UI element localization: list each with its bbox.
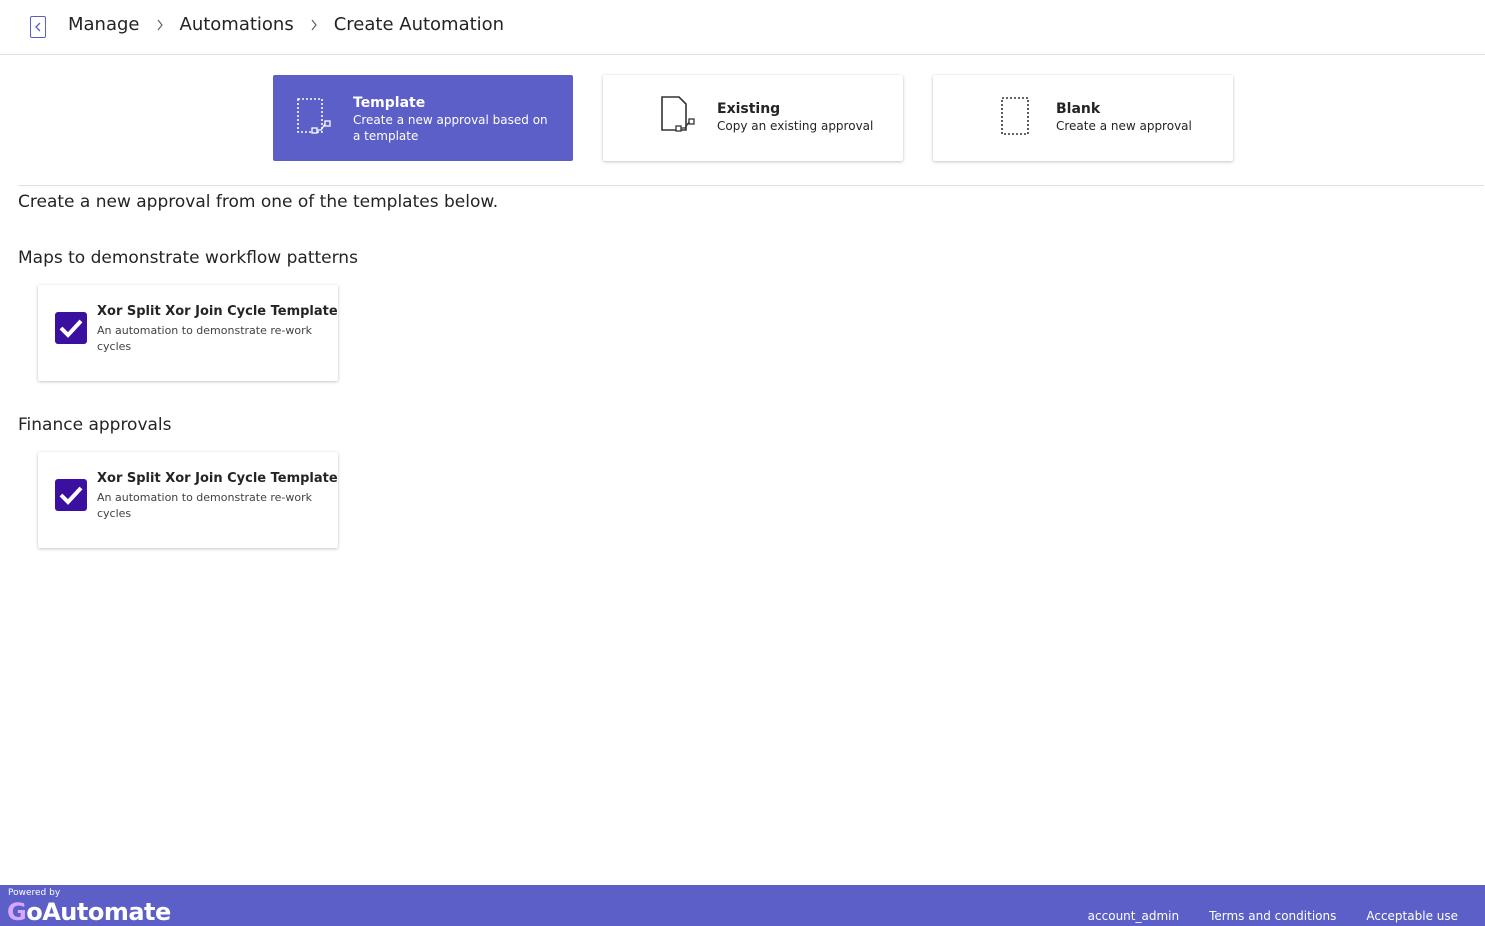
- option-existing-description: Copy an existing approval: [717, 119, 874, 133]
- footer-link-acceptable-use[interactable]: Acceptable use: [1366, 909, 1458, 923]
- template-card-title: Xor Split Xor Join Cycle Template: [97, 471, 338, 486]
- footer-links: account_admin Terms and conditions Accep…: [1088, 909, 1458, 923]
- creation-options: Template Create a new approval based on …: [273, 75, 1233, 161]
- powered-by-text: Powered by: [8, 888, 61, 898]
- chevron-right-icon: [294, 19, 334, 31]
- breadcrumb-automations[interactable]: Automations: [180, 14, 294, 35]
- intro-text: Create a new approval from one of the te…: [18, 192, 499, 212]
- option-existing[interactable]: Existing Copy an existing approval: [603, 75, 903, 161]
- back-button[interactable]: [30, 16, 46, 38]
- option-existing-title: Existing: [717, 101, 781, 117]
- option-template-title: Template: [353, 95, 426, 111]
- group-title-finance-approvals: Finance approvals: [18, 415, 172, 435]
- checkbox-icon: [55, 312, 87, 344]
- template-card-description: An automation to demonstrate re-work cyc…: [97, 491, 312, 520]
- template-icon: [297, 98, 331, 134]
- section-divider: [18, 185, 1484, 186]
- template-card[interactable]: Xor Split Xor Join Cycle Template An aut…: [38, 285, 338, 381]
- option-blank-title: Blank: [1056, 101, 1101, 117]
- breadcrumb-create-automation: Create Automation: [333, 14, 505, 35]
- footer-link-account-admin[interactable]: account_admin: [1088, 909, 1179, 923]
- option-blank-description: Create a new approval: [1056, 119, 1192, 133]
- chevron-right-icon: [140, 19, 180, 31]
- breadcrumb-manage[interactable]: Manage: [68, 14, 140, 35]
- copy-document-icon: [661, 96, 695, 132]
- goautomate-logo: GoAutomate: [7, 898, 171, 926]
- template-card-description: An automation to demonstrate re-work cyc…: [97, 324, 312, 353]
- blank-document-icon: [1001, 97, 1029, 135]
- group-title-workflow-patterns: Maps to demonstrate workflow patterns: [18, 248, 358, 268]
- footer: Powered by GoAutomate account_admin Term…: [0, 885, 1485, 926]
- breadcrumb: Manage Automations Create Automation: [68, 14, 504, 35]
- option-template[interactable]: Template Create a new approval based on …: [273, 75, 573, 161]
- chevron-left-icon: [35, 22, 41, 32]
- header: Manage Automations Create Automation: [0, 0, 1485, 55]
- checkbox-icon: [55, 479, 87, 511]
- template-card[interactable]: Xor Split Xor Join Cycle Template An aut…: [38, 452, 338, 548]
- option-template-description: Create a new approval based on a templat…: [353, 113, 548, 143]
- template-card-title: Xor Split Xor Join Cycle Template: [97, 304, 338, 319]
- option-blank[interactable]: Blank Create a new approval: [933, 75, 1233, 161]
- footer-link-terms[interactable]: Terms and conditions: [1209, 909, 1336, 923]
